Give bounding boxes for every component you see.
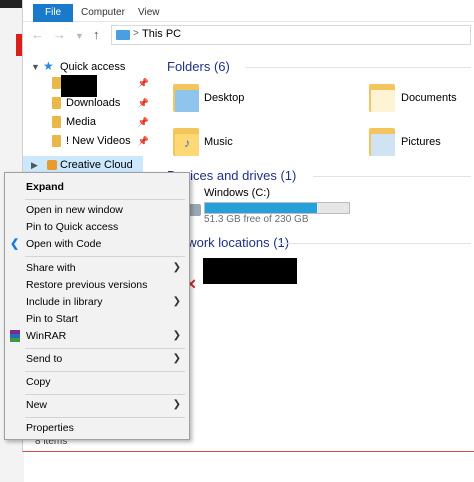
ribbon: File Computer View xyxy=(23,0,474,22)
folder-music[interactable]: Music xyxy=(204,136,233,148)
folder-documents[interactable]: Documents xyxy=(401,92,457,104)
submenu-arrow-icon: ❯ xyxy=(172,330,181,341)
folder-desktop[interactable]: Desktop xyxy=(204,92,244,104)
pin-icon: 📌 xyxy=(137,117,149,127)
menu-winrar[interactable]: WinRAR ❯ xyxy=(5,327,189,345)
vscode-icon: ❮ xyxy=(10,238,20,250)
section-divider xyxy=(279,243,471,244)
folders-header[interactable]: Folders (6) xyxy=(167,59,230,74)
nav-item-downloads[interactable]: Downloads 📌 xyxy=(23,94,149,112)
nav-item-redacted[interactable]: 📌 xyxy=(23,74,149,97)
menu-separator xyxy=(25,394,185,395)
submenu-arrow-icon: ❯ xyxy=(172,296,181,307)
pin-icon: 📌 xyxy=(137,98,149,108)
menu-label: Open in new window xyxy=(26,204,123,216)
folder-icon xyxy=(52,135,61,147)
submenu-arrow-icon: ❯ xyxy=(172,262,181,273)
menu-pin-to-start[interactable]: Pin to Start xyxy=(5,310,189,328)
desktop-folder-icon[interactable] xyxy=(173,82,199,112)
drive-usage-fill xyxy=(205,203,317,213)
path-separator: > xyxy=(133,28,139,39)
menu-label: Expand xyxy=(26,181,64,193)
menu-expand[interactable]: Expand xyxy=(5,178,189,196)
this-pc-icon xyxy=(116,30,130,40)
back-arrow-icon[interactable]: ← xyxy=(31,27,44,42)
context-menu: Expand Open in new window Pin to Quick a… xyxy=(4,172,190,440)
redacted-network-location[interactable] xyxy=(203,258,297,284)
nav-item-new-videos[interactable]: ! New Videos 📌 xyxy=(23,132,149,150)
address-input[interactable]: > This PC xyxy=(111,25,471,45)
recent-locations-chevron-icon[interactable]: ▼ xyxy=(75,31,84,41)
pin-icon: 📌 xyxy=(137,136,149,146)
drive-c-name[interactable]: Windows (C:) xyxy=(204,187,270,199)
menu-open-with-code[interactable]: ❮ Open with Code xyxy=(5,235,189,253)
menu-label: New xyxy=(26,399,48,411)
music-folder-icon[interactable]: ♪ xyxy=(173,126,199,156)
navigation-pane: ▼ ★ Quick access 📌 Downloads 📌 Media 📌 !… xyxy=(23,52,163,172)
forward-arrow-icon[interactable]: → xyxy=(53,27,66,42)
winrar-icon xyxy=(10,330,20,342)
menu-separator xyxy=(25,256,185,257)
menu-label: Properties xyxy=(26,422,74,434)
pictures-folder-icon[interactable] xyxy=(369,126,395,156)
section-divider xyxy=(245,67,471,68)
menu-new[interactable]: New ❯ xyxy=(5,396,189,414)
folder-icon xyxy=(52,116,61,128)
pin-icon: 📌 xyxy=(137,78,149,88)
tab-file[interactable]: File xyxy=(33,4,74,22)
menu-separator xyxy=(25,371,185,372)
background-titlebar xyxy=(0,0,24,8)
menu-label: Restore previous versions xyxy=(26,279,148,291)
address-bar: ← → ▼ ↑ > This PC xyxy=(23,22,474,48)
menu-label: Pin to Quick access xyxy=(26,221,119,233)
menu-separator xyxy=(25,348,185,349)
creative-cloud-folder-icon xyxy=(47,160,57,170)
menu-copy[interactable]: Copy xyxy=(5,373,189,391)
menu-separator xyxy=(25,417,185,418)
menu-label: Pin to Start xyxy=(26,313,78,325)
downloads-folder-icon xyxy=(52,97,61,109)
star-icon: ★ xyxy=(43,59,54,73)
menu-label: Share with xyxy=(26,262,76,274)
nav-item-label: Media xyxy=(66,116,96,128)
folder-pictures[interactable]: Pictures xyxy=(401,136,441,148)
menu-label: Copy xyxy=(26,376,51,388)
drive-usage-bar xyxy=(204,202,350,214)
menu-label: Open with Code xyxy=(26,238,102,250)
menu-separator xyxy=(25,199,185,200)
up-arrow-icon[interactable]: ↑ xyxy=(93,27,100,42)
menu-label: Include in library xyxy=(26,296,103,308)
nav-item-media[interactable]: Media 📌 xyxy=(23,113,149,131)
drive-free-space: 51.3 GB free of 230 GB xyxy=(204,214,309,225)
submenu-arrow-icon: ❯ xyxy=(172,353,181,364)
address-path: This PC xyxy=(142,28,182,40)
documents-folder-icon[interactable] xyxy=(369,82,395,112)
nav-item-label: ! New Videos xyxy=(66,135,131,147)
tab-view[interactable]: View xyxy=(126,3,172,22)
menu-restore-previous-versions[interactable]: Restore previous versions xyxy=(5,276,189,294)
menu-open-new-window[interactable]: Open in new window xyxy=(5,201,189,219)
section-divider xyxy=(313,176,471,177)
menu-properties[interactable]: Properties xyxy=(5,419,189,437)
folder-icon xyxy=(52,77,61,89)
menu-label: WinRAR xyxy=(26,330,67,342)
menu-label: Send to xyxy=(26,353,63,365)
nav-item-label: Downloads xyxy=(66,97,121,109)
menu-share-with[interactable]: Share with ❯ xyxy=(5,259,189,277)
submenu-arrow-icon: ❯ xyxy=(172,399,181,410)
menu-send-to[interactable]: Send to ❯ xyxy=(5,350,189,368)
menu-include-in-library[interactable]: Include in library ❯ xyxy=(5,293,189,311)
menu-pin-quick-access[interactable]: Pin to Quick access xyxy=(5,218,189,236)
